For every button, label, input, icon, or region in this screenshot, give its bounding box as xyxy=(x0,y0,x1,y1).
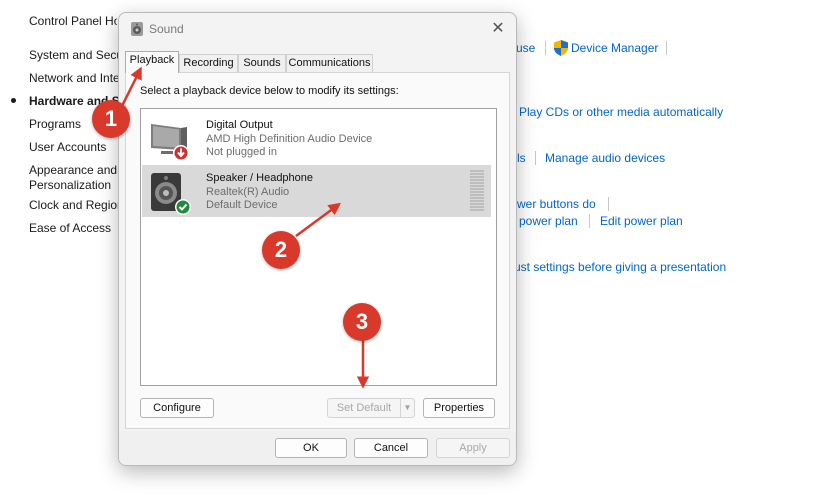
nav-clock-and-region[interactable]: Clock and Region xyxy=(29,198,119,213)
nav-appearance[interactable]: Appearance and xyxy=(29,163,117,178)
speaker-icon xyxy=(131,22,143,36)
tab-sounds[interactable]: Sounds xyxy=(238,54,286,73)
device-status: Default Device xyxy=(206,199,278,211)
device-name: Speaker / Headphone xyxy=(206,172,314,184)
device-status: Not plugged in xyxy=(206,146,277,158)
nav-ease-of-access[interactable]: Ease of Access xyxy=(29,221,117,236)
device-driver: AMD High Definition Audio Device xyxy=(206,133,373,145)
device-name: Digital Output xyxy=(206,119,273,131)
link-separator xyxy=(589,214,590,228)
device-manager-link[interactable]: Device Manager xyxy=(571,41,658,56)
link-separator xyxy=(535,151,536,165)
device-list: Digital Output AMD High Definition Audio… xyxy=(140,108,497,386)
power-buttons-link[interactable]: wer buttons do xyxy=(517,197,596,212)
monitor-icon xyxy=(151,124,189,161)
tab-recording[interactable]: Recording xyxy=(179,54,238,73)
annotation-marker-3: 3 xyxy=(343,303,381,341)
presentation-settings-link[interactable]: ust settings before giving a presentatio… xyxy=(514,260,726,275)
set-default-label: Set Default xyxy=(336,402,392,414)
unplugged-arrow-icon xyxy=(173,145,189,161)
active-nav-bullet xyxy=(11,98,16,103)
nav-control-panel-home[interactable]: Control Panel Home xyxy=(29,14,117,29)
default-check-icon xyxy=(175,199,191,215)
control-panel-nav: Control Panel Home System and Security N… xyxy=(0,0,130,497)
link-separator xyxy=(545,41,546,55)
nav-personalization[interactable]: Personalization xyxy=(29,178,117,193)
edit-power-plan-link[interactable]: Edit power plan xyxy=(600,214,683,229)
configure-button[interactable]: Configure xyxy=(140,398,214,418)
chevron-down-icon[interactable]: ▼ xyxy=(400,399,414,417)
device-speaker-headphone[interactable]: Speaker / Headphone Realtek(R) Audio Def… xyxy=(142,165,491,217)
link-separator xyxy=(608,197,609,211)
nav-network-and-internet[interactable]: Network and Internet xyxy=(29,71,121,86)
tab-communications[interactable]: Communications xyxy=(286,54,373,73)
manage-audio-devices-link[interactable]: Manage audio devices xyxy=(545,151,665,166)
uac-shield-icon xyxy=(554,40,568,56)
volume-level-meter xyxy=(470,170,484,212)
link-separator xyxy=(666,41,667,55)
power-plan-link[interactable]: power plan xyxy=(519,214,578,229)
tab-playback[interactable]: Playback xyxy=(125,51,179,73)
device-driver: Realtek(R) Audio xyxy=(206,186,290,198)
device-digital-output[interactable]: Digital Output AMD High Definition Audio… xyxy=(142,112,491,164)
apply-button[interactable]: Apply xyxy=(436,438,510,458)
mouse-link[interactable]: use xyxy=(516,41,535,56)
sounds-link[interactable]: ls xyxy=(517,151,526,166)
nav-user-accounts[interactable]: User Accounts xyxy=(29,140,117,155)
ok-button[interactable]: OK xyxy=(275,438,347,458)
properties-button[interactable]: Properties xyxy=(423,398,495,418)
annotation-marker-1: 1 xyxy=(92,100,130,138)
dialog-title: Sound xyxy=(149,22,184,36)
playback-panel: Select a playback device below to modify… xyxy=(125,72,510,429)
sound-dialog: Sound ✕ Playback Recording Sounds Commun… xyxy=(118,12,517,466)
autoplay-link[interactable]: Play CDs or other media automatically xyxy=(519,105,723,120)
cancel-button[interactable]: Cancel xyxy=(354,438,428,458)
set-default-button[interactable]: Set Default ▼ xyxy=(327,398,415,418)
close-icon[interactable]: ✕ xyxy=(488,19,508,39)
dialog-footer: OK Cancel Apply xyxy=(119,431,516,465)
nav-system-and-security[interactable]: System and Security xyxy=(29,48,121,63)
annotation-marker-2: 2 xyxy=(262,231,300,269)
speaker-icon xyxy=(151,173,191,215)
instruction-text: Select a playback device below to modify… xyxy=(140,85,399,97)
title-bar[interactable]: Sound ✕ xyxy=(119,13,516,45)
